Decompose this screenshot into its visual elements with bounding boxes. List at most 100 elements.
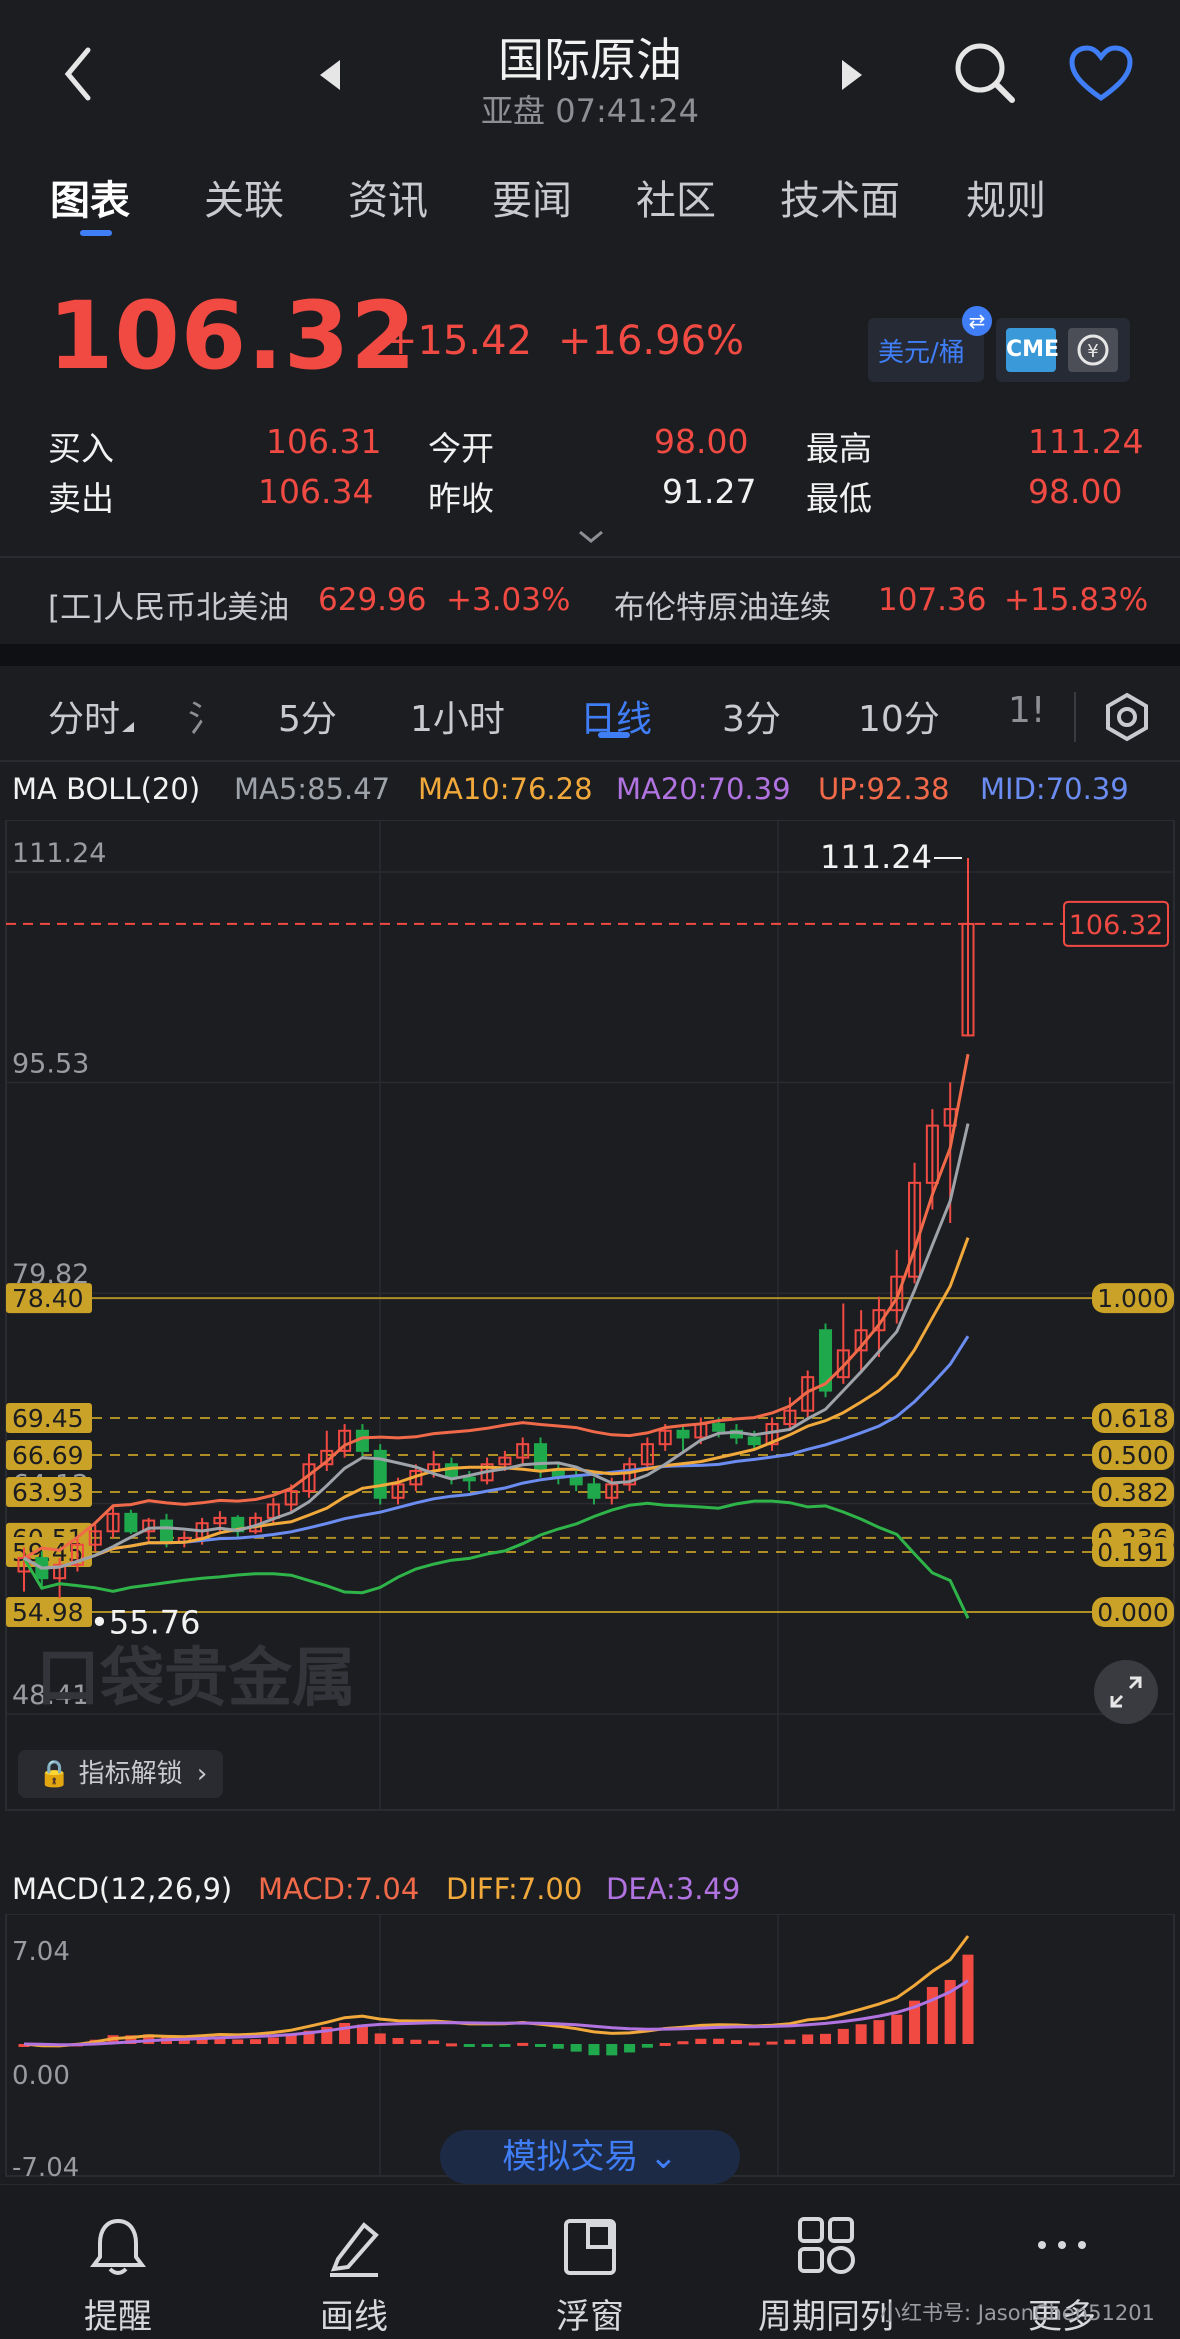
macd-bar — [819, 2033, 832, 2044]
macd-bar — [410, 2039, 422, 2044]
nav-alert[interactable]: 提醒 — [0, 2185, 236, 2339]
macd-bar — [606, 2044, 618, 2056]
last-price: 106.32 — [48, 282, 417, 391]
high-price-label: 111.24 — [820, 838, 932, 876]
macd-bar — [730, 2040, 742, 2044]
window-icon — [564, 2219, 616, 2275]
macd-bar — [570, 2044, 582, 2052]
section-gap — [0, 644, 1180, 666]
chevron-down-icon: ⌄ — [649, 2137, 678, 2177]
indicator-name[interactable]: MA BOLL(20) — [12, 772, 200, 806]
nav-alert-label: 提醒 — [84, 2297, 152, 2337]
candle-body — [712, 1423, 726, 1432]
candle-body — [587, 1483, 601, 1499]
fib-price-label: 69.45 — [12, 1404, 84, 1433]
nav-draw[interactable]: 画线 — [236, 2185, 472, 2339]
macd-name[interactable]: MACD(12,26,9) — [12, 1872, 232, 1906]
expand-quote-icon[interactable] — [576, 528, 606, 546]
x-axis-label: 2026-02-24 — [700, 1816, 857, 1820]
macd-bar — [535, 2044, 547, 2047]
related-change-1: +3.03% — [446, 582, 571, 618]
tab-related[interactable]: 关联 — [204, 168, 284, 226]
ma20-legend: MA20:70.39 — [616, 772, 791, 806]
period-3min[interactable]: 3分 — [722, 690, 781, 742]
macd-bar — [463, 2044, 475, 2047]
tab-news[interactable]: 要闻 — [492, 168, 572, 226]
macd-bar — [748, 2042, 760, 2046]
macd-bar — [873, 2020, 885, 2044]
tab-community[interactable]: 社区 — [636, 168, 716, 226]
price-change: +15.42 — [384, 318, 533, 364]
related-name-1[interactable]: [工]人民币北美油 — [48, 582, 289, 627]
period-partial-2[interactable]: 1! — [1008, 690, 1045, 731]
ma10-legend: MA10:76.28 — [418, 772, 593, 806]
next-instrument-icon[interactable] — [838, 58, 864, 92]
boll-mid-legend: MID:70.39 — [980, 772, 1129, 806]
period-intraday[interactable]: 分时 — [48, 690, 120, 742]
period-1hour[interactable]: 1小时 — [410, 690, 505, 742]
price-change-pct: +16.96% — [558, 318, 745, 364]
dropdown-caret-icon[interactable] — [120, 720, 136, 734]
period-10min[interactable]: 10分 — [858, 690, 940, 742]
macd-bar — [926, 1986, 938, 2044]
fib-ratio-label: 0.382 — [1097, 1478, 1169, 1507]
period-partial[interactable]: 氵 — [188, 690, 224, 742]
divider — [1074, 692, 1076, 742]
period-5min[interactable]: 5分 — [278, 690, 337, 742]
ma5-legend: MA5:85.47 — [234, 772, 391, 806]
fib-ratio-label: 1.000 — [1097, 1284, 1169, 1313]
unit-label: 美元/桶 — [878, 338, 965, 368]
active-tab-indicator — [80, 230, 112, 236]
simulate-trade-button[interactable]: 模拟交易 ⌄ — [440, 2130, 740, 2184]
macd-axis-label: 7.04 — [12, 1937, 70, 1967]
macd-bar — [624, 2044, 636, 2053]
indicator-unlock-button[interactable]: 🔒 指标解锁 › — [18, 1750, 223, 1798]
main-tabs: 图表 关联 资讯 要闻 社区 技术面 规则 — [0, 168, 1180, 238]
exchange-logo: CME — [1006, 328, 1059, 372]
macd-bar — [339, 2022, 351, 2044]
macd-bar — [481, 2044, 493, 2047]
macd-bar — [802, 2034, 814, 2044]
candle-body — [676, 1429, 690, 1439]
fib-ratio-label: 0.500 — [1097, 1441, 1169, 1470]
nav-float[interactable]: 浮窗 — [472, 2185, 708, 2339]
candlestick-chart[interactable]: 111.2495.5379.8264.1248.412026-01-282026… — [0, 820, 1180, 1820]
pen-icon — [330, 2222, 379, 2277]
search-icon[interactable] — [950, 38, 1020, 108]
bottom-nav: 提醒 画线 浮窗 周期同列 更多 小红书号: JasonChen51201 — [0, 2184, 1180, 2339]
settings-gear-icon[interactable] — [1102, 692, 1152, 742]
tab-rules[interactable]: 规则 — [966, 168, 1046, 226]
macd-bar — [588, 2044, 600, 2056]
macd-bar — [552, 2044, 564, 2049]
period-tabs: 分时 氵 5分 1小时 日线 3分 10分 1! — [0, 670, 1180, 760]
macd-bar — [766, 2041, 778, 2045]
tab-chart[interactable]: 图表 — [50, 168, 130, 226]
high-label: 最高 — [806, 429, 872, 468]
related-name-2[interactable]: 布伦特原油连续 — [614, 582, 831, 627]
macd-bar — [267, 2037, 279, 2044]
exchange-badges: CME ¥ — [996, 318, 1130, 382]
macd-bar — [250, 2039, 262, 2044]
svg-text:¥: ¥ — [1087, 341, 1098, 362]
fib-ratio-label: 0.618 — [1097, 1404, 1169, 1433]
tab-info[interactable]: 资讯 — [348, 168, 428, 226]
related-change-2: +15.83% — [1004, 582, 1149, 618]
candle-body — [534, 1443, 548, 1472]
swap-icon[interactable]: ⇄ — [962, 306, 992, 336]
macd-bar — [392, 2037, 404, 2044]
currency-icon[interactable]: ¥ — [1068, 328, 1118, 372]
diff-legend: DIFF:7.00 — [446, 1872, 583, 1906]
fullscreen-button[interactable] — [1094, 1660, 1158, 1724]
bid-value: 106.31 — [266, 422, 382, 461]
last-price-label: 106.32 — [1069, 910, 1163, 941]
favorite-heart-icon[interactable] — [1068, 44, 1134, 104]
fib-price-label: 63.93 — [12, 1478, 84, 1507]
boll-up-legend: UP:92.38 — [818, 772, 950, 806]
open-label: 今开 — [428, 429, 494, 468]
macd-bar — [517, 2042, 529, 2046]
watermark: 小红书号: JasonChen51201 — [880, 2301, 1155, 2325]
macd-legend: MACD:7.04 — [258, 1872, 420, 1906]
tab-technical[interactable]: 技术面 — [780, 168, 900, 226]
macd-bar — [891, 2014, 903, 2044]
candle-body — [124, 1512, 138, 1533]
